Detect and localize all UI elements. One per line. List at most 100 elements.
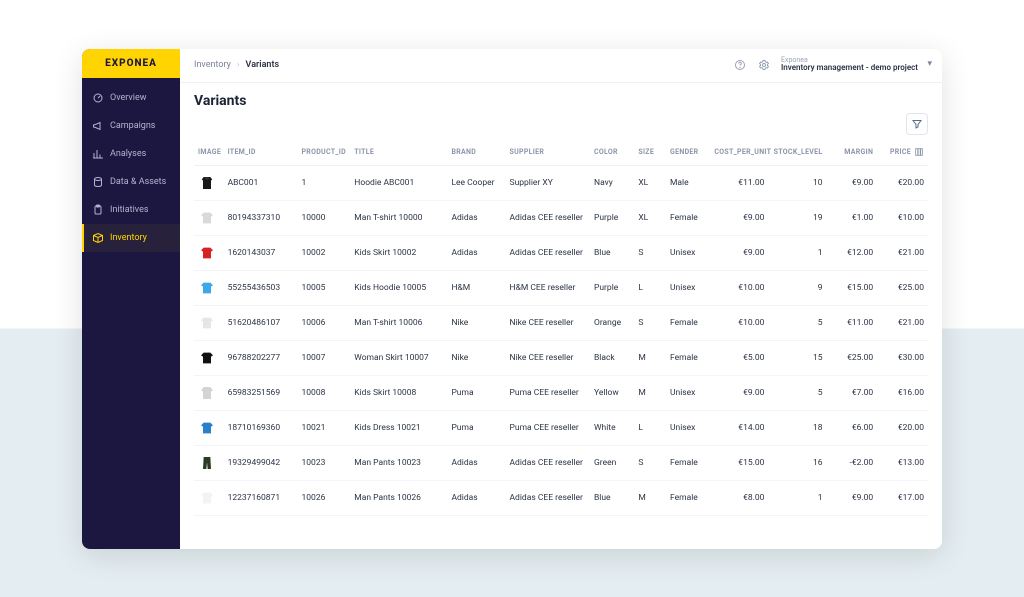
cell-item-id: ABC001 <box>224 165 298 200</box>
cell-brand: Nike <box>447 305 505 340</box>
product-thumb <box>198 278 216 298</box>
chart-icon <box>92 148 104 160</box>
brand-logo[interactable]: EXPONEA <box>82 49 180 78</box>
col-product-id[interactable]: PRODUCT_ID <box>297 139 350 166</box>
gear-icon[interactable] <box>757 58 771 72</box>
breadcrumb-parent[interactable]: Inventory <box>194 60 231 70</box>
cell-item-id: 51620486107 <box>224 305 298 340</box>
table-row[interactable]: 5525543650310005Kids Hoodie 10005H&MH&M … <box>194 270 928 305</box>
cell-image <box>194 235 224 270</box>
cell-title: Hoodie ABC001 <box>350 165 447 200</box>
cell-price: €10.00 <box>877 200 928 235</box>
sidebar: EXPONEA Overview CampaignsAnalysesData & … <box>82 49 180 549</box>
cell-margin: €12.00 <box>827 235 878 270</box>
col-color[interactable]: COLOR <box>590 139 634 166</box>
cell-image <box>194 375 224 410</box>
sidebar-item-analyses[interactable]: Analyses <box>82 140 180 168</box>
col-size[interactable]: SIZE <box>634 139 666 166</box>
cell-title: Man Pants 10026 <box>350 480 447 515</box>
cell-color: Yellow <box>590 375 634 410</box>
cell-image <box>194 340 224 375</box>
main-panel: Inventory › Variants Exponea Inventory m… <box>180 49 942 549</box>
cell-color: Green <box>590 445 634 480</box>
product-thumb <box>198 173 216 193</box>
table-row[interactable]: 1223716087110026Man Pants 10026AdidasAdi… <box>194 480 928 515</box>
cell-brand: Adidas <box>447 235 505 270</box>
table-row[interactable]: ABC0011Hoodie ABC001Lee CooperSupplier X… <box>194 165 928 200</box>
cell-item-id: 1620143037 <box>224 235 298 270</box>
sidebar-item-label: Initiatives <box>110 205 149 215</box>
cell-price: €30.00 <box>877 340 928 375</box>
cell-color: Blue <box>590 235 634 270</box>
sidebar-item-inventory[interactable]: Inventory <box>82 224 180 252</box>
col-price[interactable]: PRICE <box>877 139 928 166</box>
product-thumb <box>198 418 216 438</box>
cell-stock-level: 9 <box>768 270 826 305</box>
cell-price: €21.00 <box>877 235 928 270</box>
cell-size: M <box>634 480 666 515</box>
clipboard-icon <box>92 204 104 216</box>
col-item-id[interactable]: ITEM_ID <box>224 139 298 166</box>
megaphone-icon <box>92 120 104 132</box>
cell-product-id: 10026 <box>297 480 350 515</box>
cell-supplier: Puma CEE reseller <box>506 375 590 410</box>
cell-margin: €7.00 <box>827 375 878 410</box>
sidebar-item-data-assets[interactable]: Data & Assets <box>82 168 180 196</box>
table-row[interactable]: 1871016936010021Kids Dress 10021PumaPuma… <box>194 410 928 445</box>
cell-cost-per-unit: €9.00 <box>710 235 768 270</box>
table-row[interactable]: 9678820227710007Woman Skirt 10007NikeNik… <box>194 340 928 375</box>
table-row[interactable]: 5162048610710006Man T-shirt 10006NikeNik… <box>194 305 928 340</box>
cell-price: €21.00 <box>877 305 928 340</box>
sidebar-item-campaigns[interactable]: Campaigns <box>82 112 180 140</box>
cell-color: White <box>590 410 634 445</box>
col-title[interactable]: TITLE <box>350 139 447 166</box>
col-price-label: PRICE <box>890 148 911 156</box>
database-icon <box>92 176 104 188</box>
cell-image <box>194 445 224 480</box>
table-row[interactable]: 6598325156910008Kids Skirt 10008PumaPuma… <box>194 375 928 410</box>
cell-title: Kids Skirt 10008 <box>350 375 447 410</box>
cell-image <box>194 200 224 235</box>
col-cost-per-unit[interactable]: COST_PER_UNIT <box>710 139 768 166</box>
cell-cost-per-unit: €8.00 <box>710 480 768 515</box>
col-image[interactable]: IMAGE <box>194 139 224 166</box>
table-row[interactable]: 8019433731010000Man T-shirt 10000AdidasA… <box>194 200 928 235</box>
col-margin[interactable]: MARGIN <box>827 139 878 166</box>
sidebar-item-overview[interactable]: Overview <box>82 84 180 112</box>
project-selector[interactable]: Exponea Inventory management - demo proj… <box>781 57 928 73</box>
topbar: Inventory › Variants Exponea Inventory m… <box>180 49 942 83</box>
project-name: Inventory management - demo project <box>781 64 918 73</box>
product-thumb <box>198 453 216 473</box>
cell-product-id: 10000 <box>297 200 350 235</box>
cell-cost-per-unit: €9.00 <box>710 200 768 235</box>
cell-supplier: Adidas CEE reseller <box>506 445 590 480</box>
cell-cost-per-unit: €11.00 <box>710 165 768 200</box>
cell-supplier: Puma CEE reseller <box>506 410 590 445</box>
cell-image <box>194 165 224 200</box>
cell-size: M <box>634 340 666 375</box>
box-icon <box>92 232 104 244</box>
cell-title: Man Pants 10023 <box>350 445 447 480</box>
sidebar-item-initiatives[interactable]: Initiatives <box>82 196 180 224</box>
col-brand[interactable]: BRAND <box>447 139 505 166</box>
cell-gender: Female <box>666 445 710 480</box>
product-thumb <box>198 488 216 508</box>
table-row[interactable]: 1932949904210023Man Pants 10023AdidasAdi… <box>194 445 928 480</box>
columns-icon[interactable] <box>914 147 924 157</box>
col-stock-level[interactable]: STOCK_LEVEL <box>768 139 826 166</box>
breadcrumb: Inventory › Variants <box>194 60 279 70</box>
cell-gender: Unisex <box>666 375 710 410</box>
cell-margin: €25.00 <box>827 340 878 375</box>
table-row[interactable]: 162014303710002Kids Skirt 10002AdidasAdi… <box>194 235 928 270</box>
cell-supplier: Nike CEE reseller <box>506 340 590 375</box>
col-supplier[interactable]: SUPPLIER <box>506 139 590 166</box>
cell-supplier: Supplier XY <box>506 165 590 200</box>
filter-button[interactable] <box>906 113 928 135</box>
cell-stock-level: 19 <box>768 200 826 235</box>
help-icon[interactable] <box>733 58 747 72</box>
cell-item-id: 18710169360 <box>224 410 298 445</box>
cell-cost-per-unit: €14.00 <box>710 410 768 445</box>
sidebar-item-label: Overview <box>110 93 146 103</box>
col-gender[interactable]: GENDER <box>666 139 710 166</box>
cell-supplier: Adidas CEE reseller <box>506 235 590 270</box>
